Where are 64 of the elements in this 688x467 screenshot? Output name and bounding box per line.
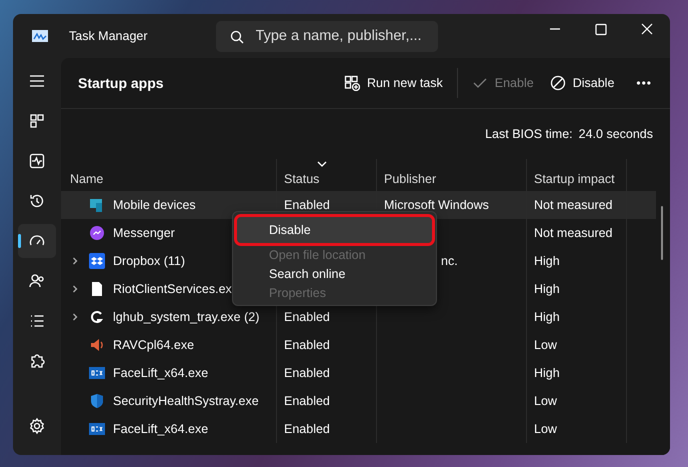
app-name: Messenger [113,226,175,240]
table-row[interactable]: FaceLift_x64.exe Enabled Low [61,415,656,443]
more-button[interactable]: ••• [628,70,660,96]
file-icon [89,281,105,297]
sort-chevron-icon [317,161,327,167]
app-logo-icon [32,30,48,42]
nav-gauge-button[interactable] [18,224,56,258]
app-name: RiotClientServices.ex [113,282,232,296]
startup-impact-text: Low [534,338,557,352]
search-field[interactable]: Type a name, publisher,... [216,20,438,52]
status-text: Enabled [284,366,330,380]
shield-icon [89,393,105,409]
close-icon [640,22,654,36]
scrollbar-thumb [661,206,663,260]
box-logo-icon [89,253,105,269]
grid-icon [28,112,46,130]
chat-bubble-icon [89,225,105,241]
menu-item[interactable]: Disable [237,217,432,243]
app-name: SecurityHealthSystray.exe [113,394,259,408]
program-window-icon [89,421,105,437]
search-icon [230,30,244,44]
table-row[interactable]: SecurityHealthSystray.exe Enabled Low [61,387,656,415]
pulse-icon [28,152,46,170]
startup-impact-text: High [534,282,560,296]
window-title: Task Manager [69,29,148,43]
users-icon [28,272,46,290]
maximize-icon [594,22,608,36]
settings-icon [28,417,46,435]
disable-button[interactable]: Disable [542,69,622,97]
app-name: lghub_system_tray.exe (2) [113,310,260,324]
bios-time-value: 24.0 seconds [578,127,653,141]
history-icon [28,192,46,210]
app-name: RAVCpl64.exe [113,338,194,352]
status-text: Enabled [284,422,330,436]
status-text: Enabled [284,338,330,352]
startup-impact-text: High [534,310,560,324]
startup-impact-text: Low [534,394,557,408]
app-name: FaceLift_x64.exe [113,366,208,380]
publisher-text: nc. [441,254,458,268]
tablet-icon [89,197,105,213]
bios-time-label: Last BIOS time: [485,127,573,141]
app-name: Dropbox (11) [113,254,186,268]
status-text: Enabled [284,394,330,408]
g-letter-icon [89,309,105,325]
table-row[interactable]: Mobile devices Enabled Microsoft Windows Not measured [61,191,656,219]
program-window-icon [89,365,105,381]
startup-impact-text: Not measured [534,198,613,212]
prohibited-icon [550,75,566,91]
status-text: Enabled [284,310,330,324]
startup-impact-text: Not measured [534,226,613,240]
app-name: FaceLift_x64.exe [113,422,208,436]
run-new-task-button[interactable]: Run new task [336,69,451,97]
menu-item[interactable]: Search online [237,264,432,283]
page-title: Startup apps [78,75,164,91]
app-name: Mobile devices [113,198,196,212]
startup-impact-text: High [534,254,560,268]
table-row[interactable]: RAVCpl64.exe Enabled Low [61,331,656,359]
publisher-text: Microsoft Windows [384,198,489,212]
speaker-icon [89,337,105,353]
status-text: Enabled [284,198,330,212]
table-row[interactable]: FaceLift_x64.exe Enabled High [61,359,656,387]
run-task-icon [344,75,360,91]
startup-impact-text: High [534,366,560,380]
startup-impact-text: Low [534,422,557,436]
